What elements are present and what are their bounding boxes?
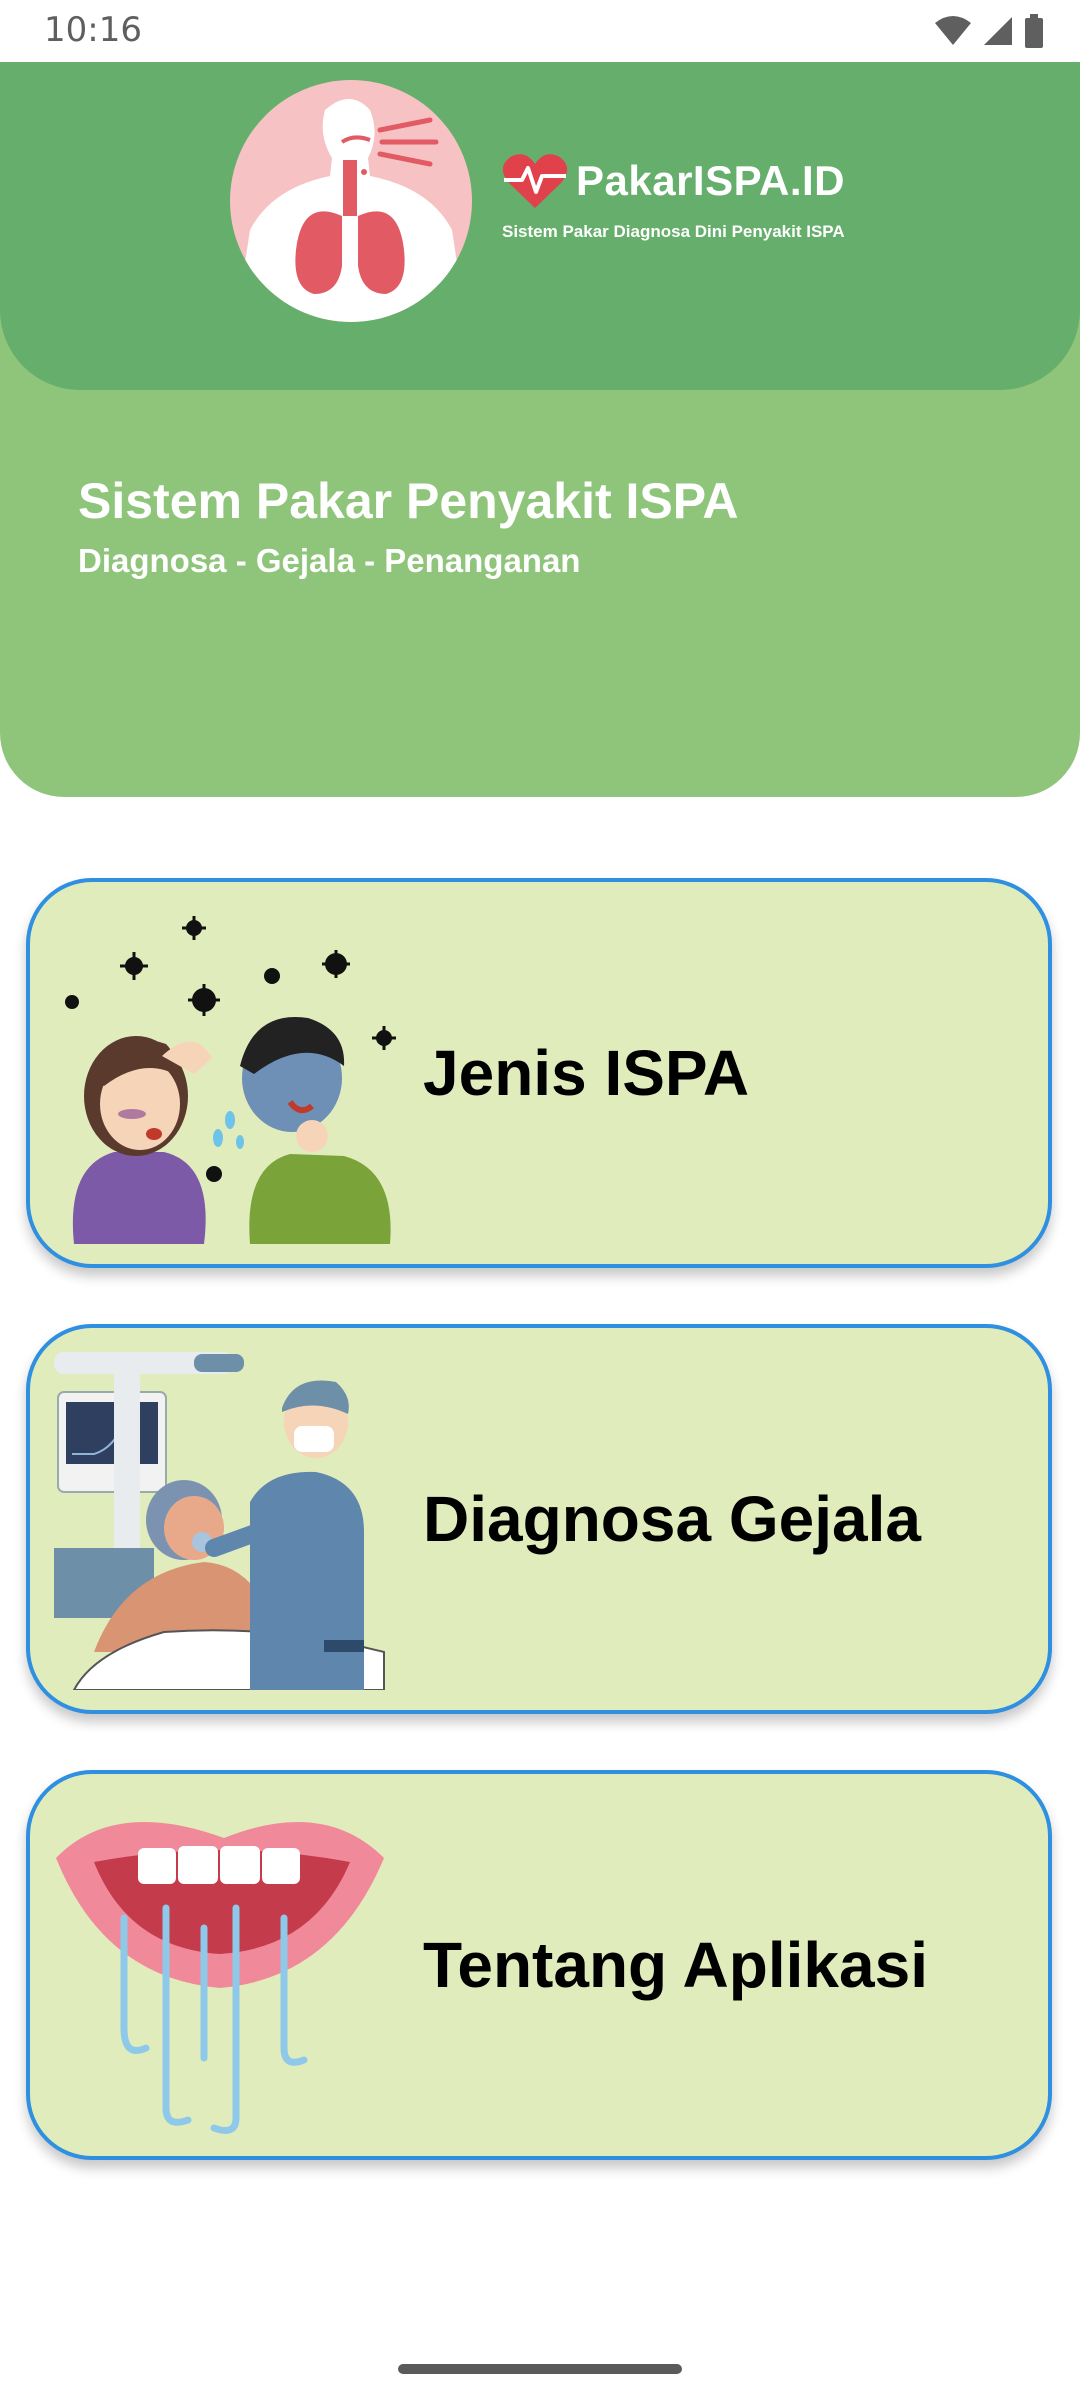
home-indicator[interactable] [398,2364,682,2374]
wifi-icon [935,16,971,45]
page-subtitle: Diagnosa - Gejala - Penanganan [78,542,581,579]
signal-icon [984,17,1012,45]
header-banner: PakarISPA.ID Sistem Pakar Diagnosa Dini … [0,62,1080,797]
brand: PakarISPA.ID [502,152,845,210]
menu-card-jenis-ispa[interactable]: Jenis ISPA [26,878,1052,1268]
sick-people-icon [54,906,400,1244]
heart-pulse-icon [502,154,568,208]
status-bar: 10:16 [0,0,1080,62]
status-time: 10:16 [44,10,142,50]
mouth-breath-icon [54,1798,400,2136]
battery-icon [1025,14,1043,48]
menu-card-tentang-aplikasi[interactable]: Tentang Aplikasi [26,1770,1052,2160]
brand-tagline: Sistem Pakar Diagnosa Dini Penyakit ISPA [502,222,845,241]
respiratory-logo-icon [230,80,472,322]
status-icons [934,14,1044,48]
header-logo-panel: PakarISPA.ID Sistem Pakar Diagnosa Dini … [0,62,1080,390]
brand-name: PakarISPA.ID [576,157,846,204]
page-title: Sistem Pakar Penyakit ISPA [78,473,739,529]
menu-label: Tentang Aplikasi [423,1929,928,2001]
menu-label: Jenis ISPA [423,1037,750,1109]
menu-card-diagnosa-gejala[interactable]: Diagnosa Gejala [26,1324,1052,1714]
doctor-patient-icon [54,1352,400,1691]
menu-label: Diagnosa Gejala [423,1483,921,1555]
